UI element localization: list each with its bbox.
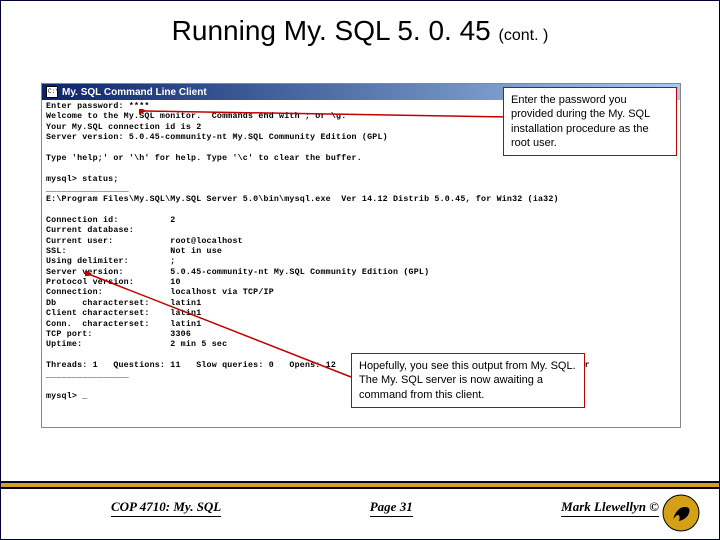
console-titlebar-text: My. SQL Command Line Client (62, 87, 207, 98)
footer-center: Page 31 (370, 499, 413, 517)
footer: COP 4710: My. SQL Page 31 Mark Llewellyn… (1, 481, 719, 539)
slide-title: Running My. SQL 5. 0. 45 (cont. ) (1, 1, 719, 51)
callout-output: Hopefully, you see this output from My. … (351, 353, 585, 408)
footer-content: COP 4710: My. SQL Page 31 Mark Llewellyn… (1, 489, 719, 517)
footer-right: Mark Llewellyn © (561, 499, 659, 517)
title-main: Running My. SQL 5. 0. 45 (172, 15, 499, 46)
console-icon (46, 86, 58, 98)
title-cont: (cont. ) (499, 27, 549, 44)
footer-left: COP 4710: My. SQL (111, 499, 221, 517)
ucf-pegasus-logo (661, 493, 701, 533)
callout-password: Enter the password you provided during t… (503, 87, 677, 156)
slide: Running My. SQL 5. 0. 45 (cont. ) My. SQ… (0, 0, 720, 540)
